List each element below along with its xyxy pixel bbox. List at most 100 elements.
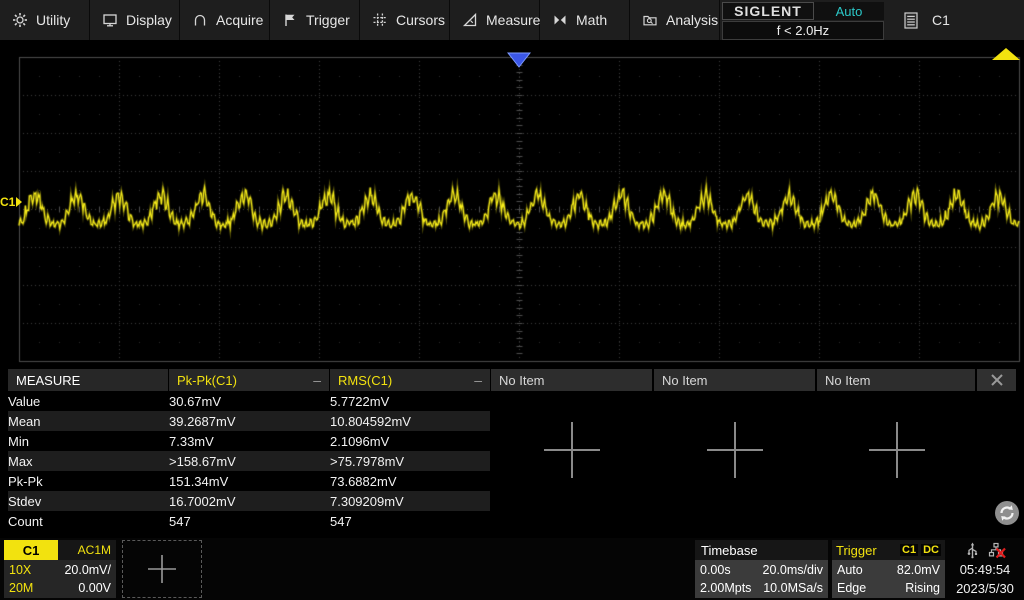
measure-slot-4[interactable]: No Item xyxy=(654,369,815,391)
stat-value: 7.33mV xyxy=(169,431,330,451)
active-dialog-indicator[interactable]: C1 xyxy=(904,0,950,40)
usb-icon xyxy=(965,542,980,559)
measure-slot-5-label: No Item xyxy=(825,373,871,388)
menu-math-label: Math xyxy=(576,12,607,28)
table-row: Mean 39.2687mV 10.804592mV xyxy=(8,411,490,431)
analysis-icon xyxy=(642,12,658,28)
add-measure-placeholder[interactable] xyxy=(540,418,604,482)
timebase-descriptor[interactable]: Timebase 0.00s 20.0ms/div 2.00Mpts 10.0M… xyxy=(695,540,828,598)
measure-slot-3-label: No Item xyxy=(499,373,545,388)
acquire-icon xyxy=(192,12,208,28)
remove-measure-2-icon[interactable]: – xyxy=(468,372,482,388)
stat-label: Max xyxy=(8,451,169,471)
stat-label: Mean xyxy=(8,411,169,431)
table-row: Min 7.33mV 2.1096mV xyxy=(8,431,490,451)
menu-measure[interactable]: Measure xyxy=(450,0,540,40)
stat-label: Value xyxy=(8,391,169,411)
measure-slot-5[interactable]: No Item xyxy=(817,369,975,391)
stat-value: 547 xyxy=(330,511,490,531)
scope-display: C1 xyxy=(0,42,1024,368)
measure-panel-title: MEASURE xyxy=(8,369,168,391)
measure-title-label: MEASURE xyxy=(16,373,80,388)
trigger-descriptor[interactable]: Trigger C1 DC Auto 82.0mV Edge Rising xyxy=(832,540,945,598)
bandwidth-limit: 20M xyxy=(9,581,33,595)
stat-value: 7.309209mV xyxy=(330,491,490,511)
channel-1-coupling: AC1M xyxy=(58,540,116,560)
menu-analysis[interactable]: Analysis xyxy=(630,0,720,40)
reset-statistics-button[interactable] xyxy=(994,500,1020,526)
menu-cursors-label: Cursors xyxy=(396,12,445,28)
menu-display[interactable]: Display xyxy=(90,0,180,40)
cursors-icon xyxy=(372,12,388,28)
acquisition-mode-badge: Auto xyxy=(814,2,884,20)
add-measure-placeholder[interactable] xyxy=(865,418,929,482)
brand-status-block: SIGLENT Auto f < 2.0Hz xyxy=(722,0,884,40)
channel-offset-marker[interactable]: C1 xyxy=(0,195,22,209)
table-row: Max >158.67mV >75.7978mV xyxy=(8,451,490,471)
sample-rate: 10.0MSa/s xyxy=(763,581,823,595)
active-dialog-channel: C1 xyxy=(932,12,950,28)
measure-panel: MEASURE Pk-Pk(C1) – RMS(C1) – No Item No… xyxy=(0,368,1024,538)
trigger-source-badge: C1 xyxy=(900,544,918,556)
probe-attenuation: 10X xyxy=(9,563,31,577)
system-date: 2023/5/30 xyxy=(948,579,1022,598)
stat-value: 547 xyxy=(169,511,330,531)
gear-icon xyxy=(12,12,28,28)
channel-offset-value: 0.00V xyxy=(78,581,111,595)
stat-label: Min xyxy=(8,431,169,451)
stat-label: Pk-Pk xyxy=(8,471,169,491)
acquisition-mode-label: Auto xyxy=(836,4,863,19)
channel-offset-label: C1 xyxy=(0,195,15,209)
measure-slot-1[interactable]: Pk-Pk(C1) – xyxy=(169,369,329,391)
add-measure-placeholder[interactable] xyxy=(703,418,767,482)
stat-value: 73.6882mV xyxy=(330,471,490,491)
trigger-position-marker[interactable] xyxy=(507,52,531,69)
close-icon xyxy=(989,372,1005,388)
siglent-logo: SIGLENT xyxy=(722,2,814,20)
menubar: Utility Display Acquire Trigger xyxy=(0,0,1024,42)
menu-measure-label: Measure xyxy=(486,12,540,28)
table-row: Count 547 547 xyxy=(8,511,490,531)
flag-icon xyxy=(282,12,298,28)
stat-value: >75.7978mV xyxy=(330,451,490,471)
trigger-mode: Auto xyxy=(837,563,863,577)
table-row: Pk-Pk 151.34mV 73.6882mV xyxy=(8,471,490,491)
system-status: 05:49:54 2023/5/30 xyxy=(948,540,1022,598)
channel-1-descriptor[interactable]: C1 AC1M 10X 20.0mV/ 20M 0.00V xyxy=(4,540,116,598)
stat-value: 30.67mV xyxy=(169,391,330,411)
stat-value: 16.7002mV xyxy=(169,491,330,511)
channel-offset-arrow-icon xyxy=(16,197,22,207)
remove-measure-1-icon[interactable]: – xyxy=(307,372,321,388)
timebase-delay: 0.00s xyxy=(700,563,731,577)
scope-canvas[interactable] xyxy=(0,42,1024,368)
trigger-frequency-readout: f < 2.0Hz xyxy=(722,21,884,40)
plus-icon xyxy=(145,552,179,586)
measure-slot-2[interactable]: RMS(C1) – xyxy=(330,369,490,391)
menu-trigger[interactable]: Trigger xyxy=(270,0,360,40)
add-channel-box[interactable] xyxy=(122,540,202,598)
menu-utility[interactable]: Utility xyxy=(0,0,90,40)
menu-cursors[interactable]: Cursors xyxy=(360,0,450,40)
system-time: 05:49:54 xyxy=(948,560,1022,579)
menu-math[interactable]: Math xyxy=(540,0,630,40)
volts-per-div: 20.0mV/ xyxy=(64,563,111,577)
trigger-level-marker[interactable] xyxy=(991,47,1021,62)
stat-value: 2.1096mV xyxy=(330,431,490,451)
measure-close-button[interactable] xyxy=(977,369,1016,391)
timebase-title: Timebase xyxy=(695,540,828,560)
menu-acquire-label: Acquire xyxy=(216,12,263,28)
time-per-div: 20.0ms/div xyxy=(763,563,823,577)
menu-acquire[interactable]: Acquire xyxy=(180,0,270,40)
trigger-slope: Rising xyxy=(905,581,940,595)
lan-disconnected-icon xyxy=(988,542,1006,559)
table-row: Value 30.67mV 5.7722mV xyxy=(8,391,490,411)
measure-slot-1-label: Pk-Pk(C1) xyxy=(177,373,237,388)
table-row: Stdev 16.7002mV 7.309209mV xyxy=(8,491,490,511)
stat-value: 10.804592mV xyxy=(330,411,490,431)
monitor-icon xyxy=(102,12,118,28)
stat-value: >158.67mV xyxy=(169,451,330,471)
measure-slot-3[interactable]: No Item xyxy=(491,369,652,391)
oscilloscope-screen: Utility Display Acquire Trigger xyxy=(0,0,1024,600)
trigger-coupling-badge: DC xyxy=(921,544,941,556)
menu-analysis-label: Analysis xyxy=(666,12,718,28)
